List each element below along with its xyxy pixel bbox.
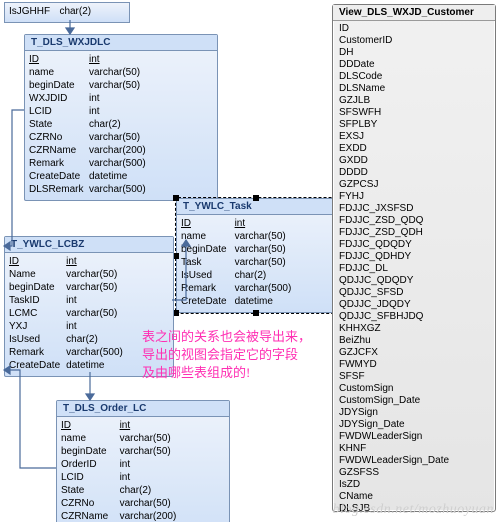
annotation-note: 表之间的关系也会被导出来， 导出的视图会指定它的字段 及由哪些表组成的! bbox=[142, 328, 322, 382]
watermark: blog.csdn.net/mozhuoyuan bbox=[333, 502, 494, 518]
relationship-lines bbox=[0, 0, 500, 522]
